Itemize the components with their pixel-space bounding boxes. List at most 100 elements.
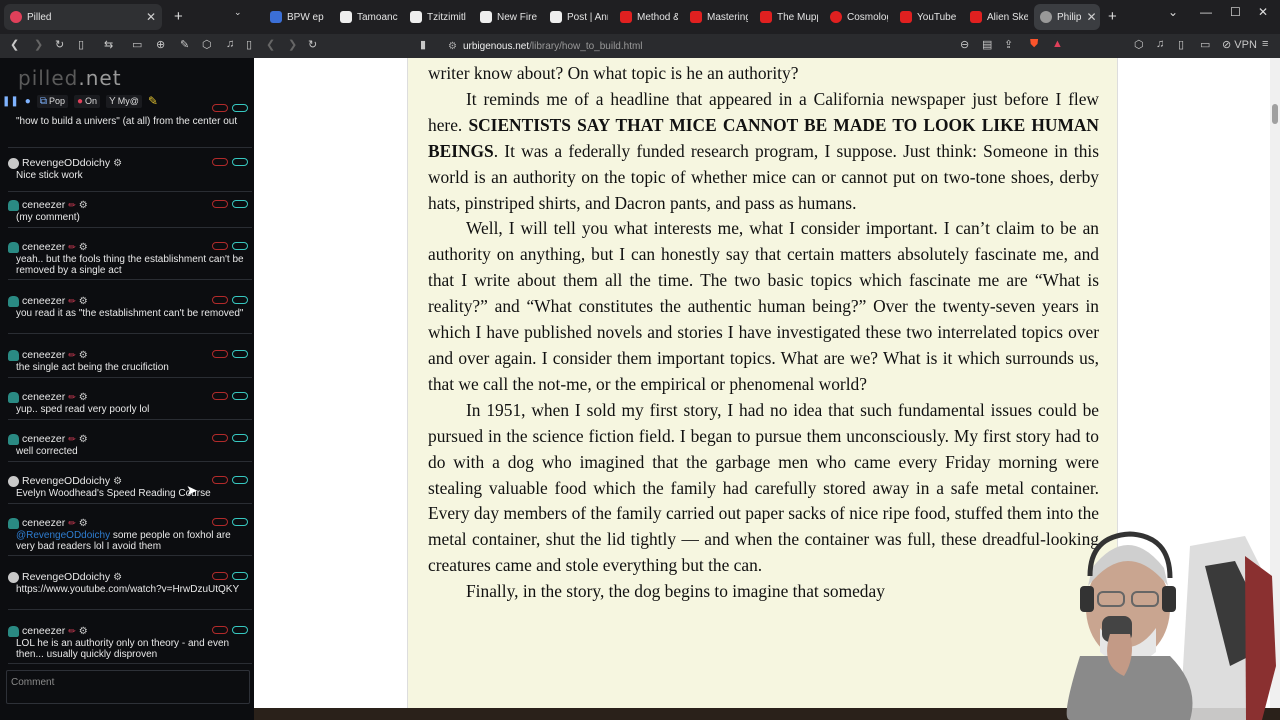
bookmark-icon[interactable]: ▮ <box>420 38 426 51</box>
tab-tzitzimitl[interactable]: Tzitzimitl <box>404 4 468 30</box>
window-close-icon[interactable]: ✕ <box>1258 5 1268 19</box>
reply-toggle[interactable] <box>232 296 248 304</box>
avatar[interactable] <box>8 157 19 169</box>
username[interactable]: RevengeODdoichy <box>22 157 110 169</box>
username[interactable]: ceneezer <box>22 241 65 253</box>
avatar[interactable] <box>8 433 19 445</box>
extension-icon[interactable]: ⬡ <box>202 38 212 51</box>
hide-toggle[interactable] <box>212 104 228 112</box>
gear-icon[interactable]: ⚙ <box>79 200 88 211</box>
back-icon[interactable]: ❮ <box>266 38 275 51</box>
username[interactable]: RevengeODdoichy <box>22 571 110 583</box>
chevron-down-icon[interactable]: ⌄ <box>234 7 242 18</box>
gear-icon[interactable]: ⚙ <box>113 572 122 583</box>
reply-toggle[interactable] <box>232 476 248 484</box>
tab-bpw[interactable]: BPW ep 9( <box>264 4 326 30</box>
avatar[interactable] <box>8 517 19 529</box>
reply-toggle[interactable] <box>232 572 248 580</box>
split-view-icon[interactable]: ▯ <box>246 38 252 51</box>
hide-toggle[interactable] <box>212 626 228 634</box>
hide-toggle[interactable] <box>212 572 228 580</box>
scrollbar-thumb[interactable] <box>1272 104 1278 124</box>
username[interactable]: ceneezer <box>22 349 65 361</box>
avatar[interactable] <box>8 349 19 361</box>
edit-icon[interactable]: ✎ <box>180 38 189 51</box>
gear-icon[interactable]: ⚙ <box>79 392 88 403</box>
gear-icon[interactable]: ⚙ <box>79 518 88 529</box>
popout-button[interactable]: ⧉ Pop <box>36 94 68 108</box>
chat-bubble-icon[interactable]: ● <box>25 96 31 107</box>
reader-icon[interactable]: ▤ <box>982 38 992 51</box>
tab-tools-icon[interactable]: ⇆ <box>104 38 113 51</box>
sidebar-icon[interactable]: ▯ <box>1178 38 1184 51</box>
gear-icon[interactable]: ⚙ <box>79 626 88 637</box>
username[interactable]: ceneezer <box>22 625 65 637</box>
hide-toggle[interactable] <box>212 518 228 526</box>
avatar[interactable] <box>8 625 19 637</box>
hide-toggle[interactable] <box>212 158 228 166</box>
username[interactable]: ceneezer <box>22 295 65 307</box>
reload-icon[interactable]: ↻ <box>55 38 64 51</box>
avatar[interactable] <box>8 571 19 583</box>
chevron-down-icon[interactable]: ⌄ <box>1168 5 1178 19</box>
share-icon[interactable]: ⇪ <box>1004 38 1013 51</box>
zoom-icon[interactable]: ⊕ <box>156 38 165 51</box>
tab-new-fire[interactable]: New Fire <box>474 4 538 30</box>
tab-post[interactable]: Post | Ann <box>544 4 608 30</box>
tab-muppets[interactable]: The Mupp <box>754 4 818 30</box>
reply-toggle[interactable] <box>232 200 248 208</box>
bookmark-icon[interactable]: ▯ <box>78 38 84 51</box>
minimize-icon[interactable]: — <box>1200 5 1212 19</box>
hide-toggle[interactable] <box>212 296 228 304</box>
gear-icon[interactable]: ⚙ <box>113 158 122 169</box>
new-tab-icon[interactable]: + <box>1108 8 1117 25</box>
tab-youtube[interactable]: YouTube <box>894 4 958 30</box>
gear-icon[interactable]: ⚙ <box>79 296 88 307</box>
reply-toggle[interactable] <box>232 392 248 400</box>
tab-method[interactable]: Method & <box>614 4 678 30</box>
wallet-icon[interactable]: ▭ <box>1200 38 1210 51</box>
window-icon[interactable]: ▭ <box>132 38 142 51</box>
mention-link[interactable]: @RevengeODdoichy <box>16 530 110 541</box>
online-button[interactable]: ● On <box>73 94 101 108</box>
hide-toggle[interactable] <box>212 392 228 400</box>
extensions-icon[interactable]: ⬡ <box>1134 38 1144 51</box>
pause-icon[interactable]: ❚❚ <box>2 96 19 107</box>
tab-mastering[interactable]: Mastering <box>684 4 748 30</box>
reply-toggle[interactable] <box>232 158 248 166</box>
gear-icon[interactable]: ⚙ <box>79 350 88 361</box>
reply-toggle[interactable] <box>232 104 248 112</box>
reply-toggle[interactable] <box>232 242 248 250</box>
reply-toggle[interactable] <box>232 350 248 358</box>
gear-icon[interactable]: ⚙ <box>79 242 88 253</box>
reload-icon[interactable]: ↻ <box>308 38 317 51</box>
hide-toggle[interactable] <box>212 350 228 358</box>
forward-icon[interactable]: ❯ <box>34 38 43 51</box>
avatar[interactable] <box>8 475 19 487</box>
tab-philip-active[interactable]: Philip ✕ <box>1034 4 1100 30</box>
menu-icon[interactable]: ≡ <box>1262 38 1268 50</box>
username[interactable]: ceneezer <box>22 199 65 211</box>
new-tab-icon[interactable]: + <box>174 8 183 25</box>
gear-icon[interactable]: ⚙ <box>79 434 88 445</box>
gear-icon[interactable]: ⚙ <box>113 476 122 487</box>
music-icon[interactable]: ♫ <box>226 38 234 50</box>
hide-toggle[interactable] <box>212 242 228 250</box>
brave-shield-icon[interactable]: ⛊ <box>1030 38 1038 51</box>
forward-icon[interactable]: ❯ <box>288 38 297 51</box>
avatar[interactable] <box>8 391 19 403</box>
hide-toggle[interactable] <box>212 434 228 442</box>
reply-toggle[interactable] <box>232 626 248 634</box>
site-info-icon[interactable]: ⚙ <box>448 41 457 52</box>
username[interactable]: ceneezer <box>22 517 65 529</box>
close-icon[interactable]: ✕ <box>146 10 156 24</box>
mentions-button[interactable]: Y My@ <box>106 94 142 108</box>
reply-toggle[interactable] <box>232 518 248 526</box>
close-icon[interactable]: ✕ <box>1086 10 1096 24</box>
reply-toggle[interactable] <box>232 434 248 442</box>
media-icon[interactable]: ♫ <box>1156 38 1164 50</box>
username[interactable]: ceneezer <box>22 433 65 445</box>
rewards-icon[interactable]: ▲ <box>1052 38 1063 50</box>
back-icon[interactable]: ❮ <box>10 38 19 51</box>
tab-cosmology[interactable]: Cosmolog <box>824 4 888 30</box>
